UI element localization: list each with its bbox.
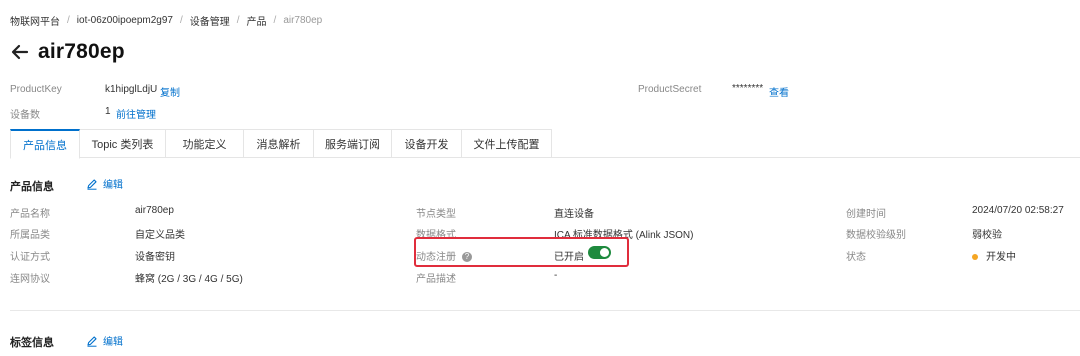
product-secret-value: ******** xyxy=(732,83,764,94)
breadcrumb-item-device-mgmt[interactable]: 设备管理 xyxy=(190,13,230,28)
breadcrumb-item-product[interactable]: 产品 xyxy=(247,13,267,28)
status-value: 开发中 xyxy=(972,248,1016,263)
device-count-label: 设备数 xyxy=(10,110,40,121)
breadcrumb-item-platform[interactable]: 物联网平台 xyxy=(10,13,60,28)
tag-info-edit-button[interactable]: 编辑 xyxy=(86,333,123,348)
auth-method-value: 设备密钥 xyxy=(135,252,175,263)
breadcrumb-separator: / xyxy=(236,15,240,26)
copy-link[interactable]: 复制 xyxy=(160,84,180,99)
tab-label: 服务端订阅 xyxy=(325,138,380,151)
product-secret-label: ProductSecret xyxy=(638,84,702,95)
edit-pencil-icon xyxy=(87,178,97,190)
breadcrumb-separator: / xyxy=(179,15,183,26)
tab-label: 设备开发 xyxy=(404,138,449,151)
tab-file-upload-config[interactable]: 文件上传配置 xyxy=(462,129,552,158)
network-protocol-value: 蜂窝 (2G / 3G / 4G / 5G) xyxy=(135,274,243,285)
edit-pencil-icon xyxy=(87,335,97,347)
product-info-edit-button[interactable]: 编辑 xyxy=(86,176,123,191)
auth-method-label: 认证方式 xyxy=(10,252,50,263)
dynamic-registration-toggle[interactable] xyxy=(588,246,611,259)
tag-info-title: 标签信息 xyxy=(10,337,54,349)
tab-topic-list[interactable]: Topic 类列表 xyxy=(80,129,166,158)
help-icon[interactable]: ? xyxy=(462,252,472,263)
dynamic-registration-value: 已开启 xyxy=(554,252,584,263)
category-value: 自定义品类 xyxy=(135,230,185,241)
created-time-label: 创建时间 xyxy=(846,209,886,220)
node-type-label: 节点类型 xyxy=(416,209,456,220)
network-protocol-label: 连网协议 xyxy=(10,274,50,285)
verify-level-label: 数据校验级别 xyxy=(846,230,906,241)
tab-label: 产品信息 xyxy=(23,139,67,152)
tab-device-development[interactable]: 设备开发 xyxy=(392,129,462,158)
node-type-value: 直连设备 xyxy=(554,209,594,220)
breadcrumb: 物联网平台 / iot-06z00ipoepm2g97 / 设备管理 / 产品 … xyxy=(10,13,322,28)
device-count-value: 1 xyxy=(105,106,111,117)
toggle-knob xyxy=(600,248,609,257)
edit-label: 编辑 xyxy=(103,337,123,348)
tab-message-parsing[interactable]: 消息解析 xyxy=(244,129,314,158)
product-name-label: 产品名称 xyxy=(10,209,50,220)
tab-bar: 产品信息 Topic 类列表 功能定义 消息解析 服务端订阅 设备开发 文件上传… xyxy=(10,129,1080,159)
view-secret-link[interactable]: 查看 xyxy=(769,84,789,99)
breadcrumb-item-instance[interactable]: iot-06z00ipoepm2g97 xyxy=(77,15,173,26)
product-info-title: 产品信息 xyxy=(10,181,54,193)
product-key-value: k1hipglLdjU xyxy=(105,84,158,95)
dynamic-registration-text: 动态注册 xyxy=(416,252,456,263)
page-title: air780ep xyxy=(38,40,125,63)
product-description-value: - xyxy=(554,270,558,281)
product-name-value: air780ep xyxy=(135,205,174,216)
back-arrow-icon[interactable] xyxy=(10,42,30,62)
status-text: 开发中 xyxy=(986,252,1016,263)
verify-level-value: 弱校验 xyxy=(972,230,1002,241)
status-dot-icon xyxy=(972,254,978,261)
tab-product-info[interactable]: 产品信息 xyxy=(10,129,80,159)
product-key-label: ProductKey xyxy=(10,84,62,95)
tab-label: 消息解析 xyxy=(256,138,301,151)
created-time-value: 2024/07/20 02:58:27 xyxy=(972,205,1064,216)
tab-function-definition[interactable]: 功能定义 xyxy=(166,129,244,158)
tab-server-subscription[interactable]: 服务端订阅 xyxy=(314,129,392,158)
breadcrumb-separator: / xyxy=(67,15,70,26)
breadcrumb-item-current: air780ep xyxy=(283,15,323,26)
manage-devices-link[interactable]: 前往管理 xyxy=(116,106,156,121)
category-label: 所属品类 xyxy=(10,230,50,241)
page-header: air780ep xyxy=(10,40,125,64)
section-divider xyxy=(10,310,1080,311)
edit-label: 编辑 xyxy=(103,180,123,191)
product-description-label: 产品描述 xyxy=(416,274,456,285)
tab-label: 文件上传配置 xyxy=(473,138,540,151)
tab-label: Topic 类列表 xyxy=(91,138,154,151)
dynamic-registration-label: 动态注册? xyxy=(416,248,472,263)
breadcrumb-separator: / xyxy=(273,15,277,26)
tab-label: 功能定义 xyxy=(182,138,227,151)
status-label: 状态 xyxy=(846,252,866,263)
